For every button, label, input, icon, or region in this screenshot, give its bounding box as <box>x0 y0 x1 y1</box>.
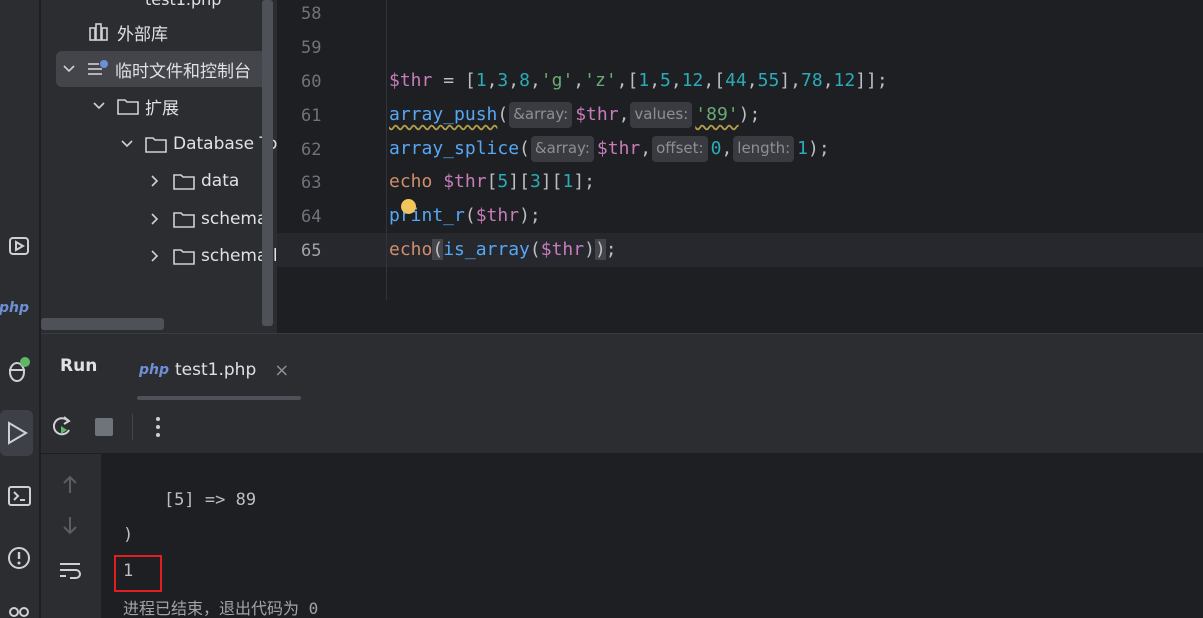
line-number: 62 <box>301 140 322 160</box>
tree-item-database-tools[interactable]: Database Tools <box>119 126 277 162</box>
line-number: 59 <box>301 38 322 58</box>
close-icon[interactable]: × <box>274 360 289 381</box>
scroll-up-icon[interactable] <box>58 472 82 496</box>
debug-icon[interactable] <box>0 354 40 386</box>
tree-item-label: 扩展 <box>145 98 179 119</box>
line-number: 58 <box>301 4 322 24</box>
more-options-icon[interactable] <box>145 414 171 440</box>
tree-item-external-libs[interactable]: 外部库 <box>89 14 168 50</box>
line-number: 60 <box>301 72 322 92</box>
folder-icon <box>173 172 195 190</box>
tree-item-label: 外部库 <box>117 24 168 45</box>
chevron-right-icon[interactable] <box>147 211 163 227</box>
problems-icon[interactable] <box>0 542 40 574</box>
param-hint: &array: <box>509 102 573 128</box>
services-icon[interactable] <box>0 600 40 618</box>
folder-icon <box>173 247 195 265</box>
terminal-icon[interactable] <box>0 480 40 512</box>
tree-item-data[interactable]: data <box>147 163 239 199</box>
tree-horizontal-scrollbar[interactable] <box>41 318 164 330</box>
tree-cut-item[interactable]: test1.php <box>145 0 221 9</box>
stop-icon[interactable] <box>91 414 117 440</box>
php-icon[interactable]: php <box>0 296 34 320</box>
run-icon[interactable] <box>0 410 33 456</box>
line-number-current: 65 <box>301 241 322 261</box>
highlight-box <box>114 555 162 592</box>
code-line-61[interactable]: array_push(&array: $thr, values: '89'); <box>389 98 760 131</box>
param-hint: &array: <box>530 136 594 162</box>
code-editor[interactable]: 58 59 60 61 62 63 64 65 $thr = [1,3,8,'g… <box>277 0 1203 333</box>
tree-vertical-scrollbar[interactable] <box>262 0 273 326</box>
tree-item-schema[interactable]: schema <box>147 201 267 237</box>
code-line-63[interactable]: echo $thr[5][3][1]; <box>389 165 595 198</box>
tree-item-extensions[interactable]: 扩展 <box>91 88 179 124</box>
code-line-62[interactable]: array_splice(&array: $thr, offset: 0, length… <box>389 132 830 165</box>
param-hint: offset: <box>652 136 708 162</box>
line-number: 63 <box>301 173 322 193</box>
php-file-icon: php <box>139 362 170 378</box>
tab-test1-php[interactable]: php test1.php × <box>139 344 289 396</box>
tree-item-label: 临时文件和控制台 <box>115 61 251 82</box>
console-side-toolbar <box>41 454 101 618</box>
param-hint: values: <box>630 102 693 128</box>
chevron-right-icon[interactable] <box>147 248 163 264</box>
run-panel-title: Run <box>60 356 98 376</box>
code-line-65[interactable]: echo(is_array($thr)); <box>389 233 617 266</box>
scroll-down-icon[interactable] <box>58 514 82 538</box>
project-tree: test1.php 外部库 临时文件和控制台 扩展 Database Tools… <box>41 0 277 333</box>
library-icon <box>89 23 111 41</box>
code-line-60[interactable]: $thr = [1,3,8,'g','z',[1,5,12,[44,55],78… <box>389 64 888 97</box>
soft-wrap-icon[interactable] <box>58 558 82 582</box>
console-line: [5] => 89 <box>123 490 257 510</box>
gutter-divider <box>386 0 387 300</box>
chevron-down-icon[interactable] <box>61 61 77 77</box>
tree-item-schema-layouts[interactable]: schema.layouts <box>147 238 277 274</box>
toolbar-separator <box>132 414 133 440</box>
chevron-right-icon[interactable] <box>147 173 163 189</box>
tree-item-scratches[interactable]: 临时文件和控制台 <box>61 51 251 87</box>
run-config-icon[interactable] <box>0 230 40 262</box>
folder-icon <box>173 210 195 228</box>
folder-icon <box>117 97 139 115</box>
run-panel-header: Run php test1.php × <box>41 334 1203 400</box>
scratches-icon <box>87 60 109 78</box>
process-exit-message: 进程已结束，退出代码为 0 <box>123 599 319 618</box>
chevron-down-icon[interactable] <box>91 98 107 114</box>
param-hint: length: <box>733 136 795 162</box>
tree-item-label: schema <box>201 209 268 229</box>
rerun-icon[interactable] <box>49 414 75 440</box>
lightbulb-icon[interactable] <box>401 199 416 214</box>
chevron-down-icon[interactable] <box>119 136 135 152</box>
tab-label: test1.php <box>175 360 257 380</box>
tree-item-label: data <box>201 171 240 191</box>
folder-icon <box>145 135 167 153</box>
run-panel: Run php test1.php × [5] => 89 ) 1 进程已结束，… <box>41 333 1203 618</box>
activity-bar: php <box>0 0 40 618</box>
line-number: 64 <box>301 207 322 227</box>
line-number: 61 <box>301 106 322 126</box>
run-toolbar <box>41 400 1203 454</box>
console-line: ) <box>123 525 134 545</box>
